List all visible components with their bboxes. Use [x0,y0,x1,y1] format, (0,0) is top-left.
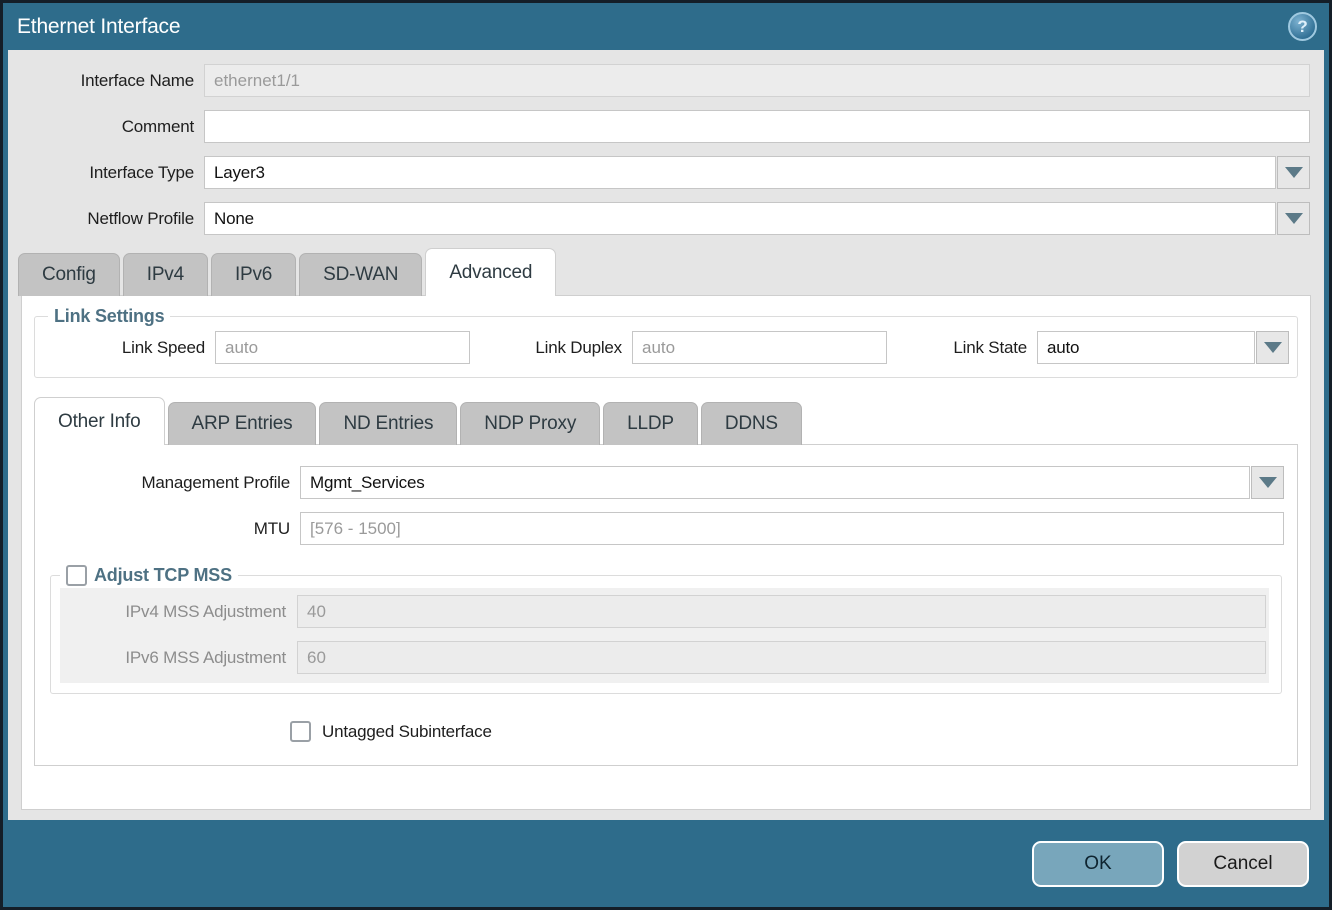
netflow-profile-row: Netflow Profile None [8,202,1324,235]
netflow-profile-dropdown[interactable]: None [204,202,1310,235]
interface-name-label: Interface Name [8,71,204,91]
adjust-tcp-mss-fieldset: Adjust TCP MSS IPv4 MSS Adjustment IPv6 … [50,565,1282,694]
subtab-ndp-proxy[interactable]: NDP Proxy [460,402,600,445]
comment-label: Comment [8,117,204,137]
ipv4-mss-row: IPv4 MSS Adjustment [60,595,1269,628]
dialog-footer: OK Cancel [3,820,1329,907]
link-state-label: Link State [887,338,1037,358]
subtab-arp-entries[interactable]: ARP Entries [168,402,317,445]
link-speed-field[interactable] [215,331,470,364]
adjust-tcp-mss-legend: Adjust TCP MSS [60,565,238,586]
ipv4-mss-field [297,595,1266,628]
netflow-profile-value[interactable]: None [204,202,1276,235]
tab-config[interactable]: Config [18,253,120,296]
link-duplex-label: Link Duplex [470,338,632,358]
subtab-lldp[interactable]: LLDP [603,402,698,445]
ethernet-interface-dialog: Ethernet Interface ? Interface Name Comm… [0,0,1332,910]
other-info-panel: Management Profile Mgmt_Services MTU [34,444,1298,766]
netflow-profile-dropdown-button[interactable] [1277,202,1310,235]
sub-tabs: Other Info ARP Entries ND Entries NDP Pr… [22,397,1310,445]
chevron-down-icon [1285,213,1303,224]
subtab-nd-entries[interactable]: ND Entries [319,402,457,445]
dialog-titlebar: Ethernet Interface ? [3,3,1329,50]
management-profile-dropdown-button[interactable] [1251,466,1284,499]
mtu-field[interactable] [300,512,1284,545]
interface-type-dropdown-button[interactable] [1277,156,1310,189]
untagged-subinterface-row: Untagged Subinterface [35,721,1297,742]
help-icon[interactable]: ? [1288,12,1317,41]
mtu-row: MTU [35,512,1297,545]
link-speed-label: Link Speed [35,338,215,358]
link-settings-fieldset: Link Settings Link Speed Link Duplex Lin… [34,306,1298,378]
dialog-title: Ethernet Interface [17,15,180,39]
tab-sdwan[interactable]: SD-WAN [299,253,422,296]
top-form: Interface Name Comment Interface Type La… [8,50,1324,235]
tab-ipv6[interactable]: IPv6 [211,253,296,296]
comment-field[interactable] [204,110,1310,143]
comment-row: Comment [8,110,1324,143]
chevron-down-icon [1259,477,1277,488]
mss-disabled-area: IPv4 MSS Adjustment IPv6 MSS Adjustment [60,588,1269,683]
mtu-label: MTU [35,519,300,539]
tab-advanced[interactable]: Advanced [425,248,556,296]
ok-button[interactable]: OK [1032,841,1164,887]
management-profile-dropdown[interactable]: Mgmt_Services [300,466,1284,499]
management-profile-row: Management Profile Mgmt_Services [35,466,1297,499]
chevron-down-icon [1285,167,1303,178]
tab-ipv4[interactable]: IPv4 [123,253,208,296]
subtab-ddns[interactable]: DDNS [701,402,802,445]
interface-type-label: Interface Type [8,163,204,183]
advanced-tab-panel: Link Settings Link Speed Link Duplex Lin… [21,295,1311,810]
ipv6-mss-row: IPv6 MSS Adjustment [60,641,1269,674]
netflow-profile-label: Netflow Profile [8,209,204,229]
adjust-tcp-mss-legend-text: Adjust TCP MSS [94,565,232,586]
untagged-subinterface-checkbox[interactable] [290,721,311,742]
link-settings-legend: Link Settings [48,306,170,327]
dialog-body: Interface Name Comment Interface Type La… [8,50,1324,820]
management-profile-label: Management Profile [35,473,300,493]
link-state-value[interactable]: auto [1037,331,1255,364]
subtab-other-info[interactable]: Other Info [34,397,165,445]
interface-type-row: Interface Type Layer3 [8,156,1324,189]
link-state-dropdown-button[interactable] [1256,331,1289,364]
management-profile-value[interactable]: Mgmt_Services [300,466,1250,499]
untagged-subinterface-label: Untagged Subinterface [322,722,492,742]
chevron-down-icon [1264,342,1282,353]
interface-name-row: Interface Name [8,64,1324,97]
link-settings-row: Link Speed Link Duplex Link State auto [35,331,1297,364]
link-duplex-field[interactable] [632,331,887,364]
ipv6-mss-field [297,641,1266,674]
cancel-button[interactable]: Cancel [1177,841,1309,887]
ipv4-mss-label: IPv4 MSS Adjustment [60,602,297,622]
ipv6-mss-label: IPv6 MSS Adjustment [60,648,297,668]
adjust-tcp-mss-checkbox[interactable] [66,565,87,586]
interface-type-dropdown[interactable]: Layer3 [204,156,1310,189]
link-state-dropdown[interactable]: auto [1037,331,1291,364]
interface-name-field [204,64,1310,97]
main-tabs: Config IPv4 IPv6 SD-WAN Advanced [8,248,1324,296]
interface-type-value[interactable]: Layer3 [204,156,1276,189]
